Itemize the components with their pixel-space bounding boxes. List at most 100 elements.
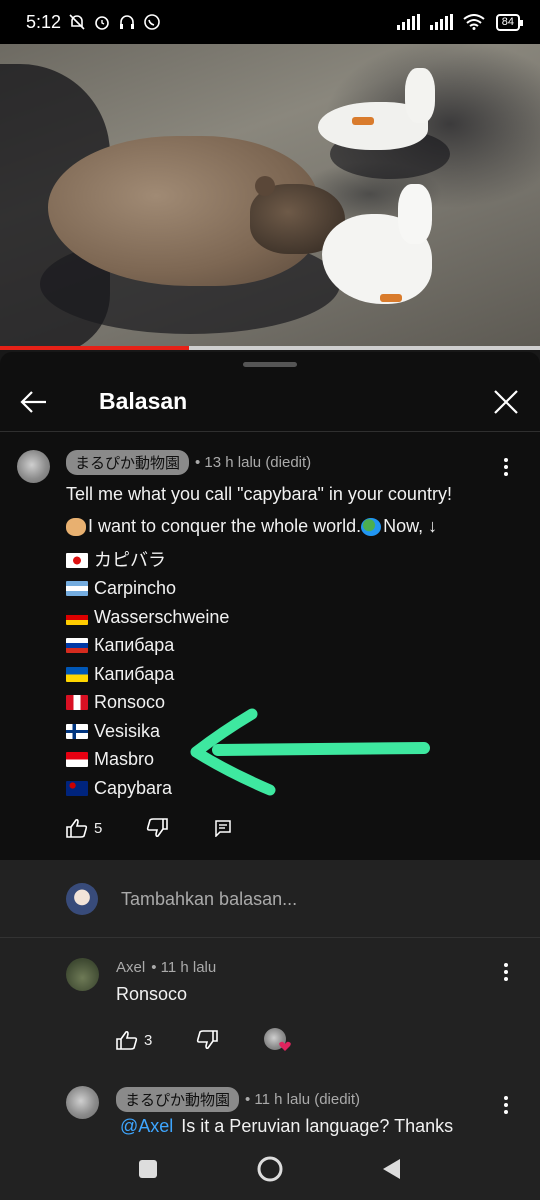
back-nav-button[interactable] <box>377 1154 407 1184</box>
reply-actions: 3 <box>116 1028 292 1052</box>
arrow-left-icon <box>20 391 46 413</box>
avatar[interactable] <box>66 1086 99 1119</box>
country-entry: Vesisika <box>66 717 452 746</box>
reply-menu-button[interactable] <box>496 1093 516 1117</box>
thumbs-up-icon <box>116 1030 138 1050</box>
add-reply-input[interactable]: Tambahkan balasan... <box>121 889 297 910</box>
peru-flag-icon <box>66 695 88 711</box>
video-scene-duck-foot <box>352 117 374 125</box>
reply-author[interactable]: Axel <box>116 959 145 976</box>
comment-line-2-end: Now, ↓ <box>383 516 438 536</box>
home-button[interactable] <box>255 1154 285 1184</box>
author-name-chip[interactable]: まるぴか動物園 <box>116 1087 240 1112</box>
comment-meta: まるぴか動物園 • 13 h lalu (diedit) <box>66 450 311 475</box>
thumbs-up-icon <box>66 818 88 838</box>
country-entry-name: Wasserschweine <box>94 606 230 627</box>
country-entry-name: カピバラ <box>94 549 166 570</box>
whatsapp-icon <box>143 13 161 31</box>
ukraine-flag-icon <box>66 666 88 682</box>
argentina-flag-icon <box>66 581 88 597</box>
panel-header: Balasan <box>0 374 540 432</box>
bell-muted-icon <box>68 13 86 31</box>
country-entry-name: Капибара <box>94 635 175 656</box>
reply-text: @Axel Is it a Peruvian language? Thanks <box>120 1116 453 1137</box>
like-button[interactable]: 3 <box>116 1030 152 1050</box>
finland-flag-icon <box>66 723 88 739</box>
reply-button[interactable] <box>214 819 232 837</box>
status-time: 5:12 <box>26 11 62 32</box>
panel-title: Balasan <box>99 388 188 414</box>
country-list: カピバラ Carpincho Wasserschweine Капибара Капиб… <box>66 546 452 803</box>
country-entry-name: Carpincho <box>94 578 177 599</box>
like-button[interactable]: 5 <box>66 818 102 838</box>
video-progress-bar[interactable] <box>0 346 540 350</box>
triangle-back-icon <box>383 1159 400 1179</box>
home-circle-icon <box>257 1156 283 1182</box>
hamster-emoji-icon <box>66 518 86 537</box>
add-reply-row[interactable]: Tambahkan balasan... <box>0 860 540 938</box>
video-scene-duck-neck <box>405 68 435 123</box>
status-bar: 5:12 84 <box>0 0 540 44</box>
country-entry-name: Ronsoco <box>94 692 166 713</box>
comment-line-2-start: I want to conquer the whole world. <box>88 516 362 536</box>
video-scene-capybara-ear <box>255 176 275 196</box>
reply-body: Is it a Peruvian language? Thanks <box>181 1116 454 1136</box>
comment-actions: 5 <box>66 818 232 838</box>
indonesia-flag-icon <box>66 752 88 768</box>
country-entry-name: Капибара <box>94 663 175 684</box>
country-entry: Wasserschweine <box>66 603 452 632</box>
country-entry: Капибара <box>66 632 452 661</box>
heart-icon <box>279 1041 292 1051</box>
country-entry: Ronsoco <box>66 689 452 718</box>
japan-flag-icon <box>66 552 88 568</box>
globe-emoji-icon <box>361 518 382 537</box>
reply-timestamp: • 11 h lalu (diedit) <box>245 1091 361 1108</box>
back-button[interactable] <box>18 386 50 418</box>
reply-menu-button[interactable] <box>496 960 516 984</box>
mention-link[interactable]: @Axel <box>120 1116 173 1136</box>
drag-handle[interactable] <box>243 362 297 367</box>
video-scene-duck-2-foot <box>380 294 402 302</box>
video-player[interactable] <box>0 44 540 348</box>
germany-flag-icon <box>66 609 88 625</box>
video-scene-duck-2-neck <box>398 184 432 244</box>
video-progress-fill <box>0 346 189 350</box>
alarm-icon <box>93 13 111 31</box>
like-count: 3 <box>144 1031 153 1049</box>
country-entry: カピバラ <box>66 546 452 575</box>
creator-heart-badge <box>264 1028 292 1052</box>
navigation-bar <box>0 1136 540 1200</box>
reply-text: Ronsoco <box>116 984 188 1004</box>
headphones-icon <box>118 13 136 31</box>
signal-icon-2 <box>429 14 456 30</box>
avatar[interactable] <box>17 450 50 483</box>
thumbs-down-icon <box>197 1030 219 1050</box>
reply-meta: Axel • 11 h lalu <box>116 959 216 976</box>
country-entry: Капибара <box>66 660 452 689</box>
country-entry: Carpincho <box>66 575 452 604</box>
replies-panel: Balasan まるぴか動物園 • 13 h lalu (diedit) Tel… <box>0 352 540 1200</box>
comment-body: Tell me what you call "capybara" in your… <box>66 478 452 803</box>
russia-flag-icon <box>66 638 88 654</box>
comment-menu-button[interactable] <box>496 455 516 479</box>
signal-icon <box>396 14 423 30</box>
author-name-chip[interactable]: まるぴか動物園 <box>66 450 190 475</box>
battery-indicator: 84 <box>495 13 524 31</box>
country-entry-name: Capybara <box>94 777 173 798</box>
like-count: 5 <box>94 819 103 837</box>
australia-flag-icon <box>66 780 88 796</box>
dislike-button[interactable] <box>146 818 169 838</box>
avatar[interactable] <box>66 958 99 991</box>
close-button[interactable] <box>490 386 522 418</box>
country-entry: Capybara <box>66 774 452 803</box>
country-entry-name: Vesisika <box>94 720 161 741</box>
country-entry-name: Masbro <box>94 749 155 770</box>
country-entry: Masbro <box>66 746 452 775</box>
comment-line-2: I want to conquer the whole world. Now, ↓ <box>66 510 452 542</box>
reply-meta: まるぴか動物園 • 11 h lalu (diedit) <box>116 1087 360 1112</box>
recent-apps-button[interactable] <box>133 1154 163 1184</box>
dislike-button[interactable] <box>196 1030 219 1050</box>
square-icon <box>139 1160 157 1178</box>
avatar <box>66 883 98 915</box>
reply-timestamp: • 11 h lalu <box>151 959 217 976</box>
